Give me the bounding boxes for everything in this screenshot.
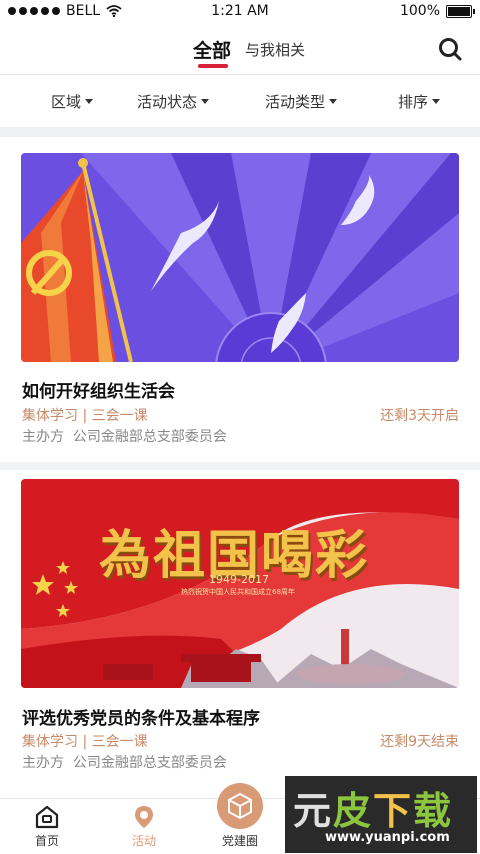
filter-activity-status-label: 活动状态	[137, 93, 198, 111]
top-navigation: 全部 与我相关	[0, 26, 480, 75]
activity-tags: 集体学习 | 三会一课	[22, 408, 148, 424]
section-divider	[0, 127, 480, 137]
caret-down-icon	[432, 99, 441, 104]
active-tab-indicator	[198, 64, 228, 68]
activity-card[interactable]: 如何开好组织生活会 集体学习 | 三会一课 还剩3天开启 主办方 公司金融部总支…	[0, 137, 480, 462]
filter-activity-type-label: 活动类型	[265, 93, 326, 111]
organizer-name: 公司金融部总支部委员会	[72, 755, 227, 771]
activity-organizer: 主办方 公司金融部总支部委员会	[22, 752, 227, 772]
location-pin-icon	[135, 806, 153, 828]
tab-home[interactable]: 首页	[7, 799, 87, 854]
tab-home-label: 首页	[34, 834, 59, 848]
home-icon	[35, 805, 59, 829]
tab-all[interactable]: 全部	[193, 36, 231, 63]
activity-card[interactable]: 為祖国喝彩 1949-2017 热烈祝贺中国人民共和国成立68周年 评选优秀党员…	[0, 470, 480, 798]
activity-countdown: 还剩9天结束	[380, 734, 459, 750]
activity-title: 评选优秀党员的条件及基本程序	[22, 709, 260, 729]
filter-sort[interactable]: 排序	[398, 91, 441, 112]
activity-tags: 集体学习 | 三会一课	[22, 734, 148, 750]
organizer-name: 公司金融部总支部委员会	[72, 429, 227, 445]
battery-percent: 100%	[399, 3, 440, 19]
activity-countdown: 还剩3天开启	[380, 408, 459, 424]
search-icon[interactable]	[437, 36, 463, 62]
watermark-logo: 元皮下载	[293, 789, 454, 833]
filter-activity-status[interactable]: 活动状态	[137, 91, 210, 112]
filter-activity-type[interactable]: 活动类型	[265, 91, 338, 112]
activity-title: 如何开好组织生活会	[22, 382, 175, 402]
filter-region[interactable]: 区域	[51, 91, 94, 112]
status-bar: BELL 1:21 AM 100%	[0, 0, 480, 24]
filter-region-label: 区域	[51, 93, 82, 111]
battery-icon	[446, 4, 475, 18]
filter-bar: 区域 活动状态 活动类型 排序	[0, 75, 480, 127]
tab-related-to-me[interactable]: 与我相关	[245, 39, 305, 60]
tab-activities[interactable]: 活动	[104, 799, 184, 854]
activity-banner-image	[21, 153, 459, 362]
caret-down-icon	[201, 99, 210, 104]
battery-group: 100%	[399, 3, 475, 19]
watermark: 元皮下载 www.yuanpi.com	[285, 776, 477, 853]
card-separator	[0, 462, 480, 470]
filter-sort-label: 排序	[398, 93, 429, 111]
caret-down-icon	[329, 99, 338, 104]
tab-party-circle[interactable]: 党建圈	[200, 783, 280, 854]
activity-banner-image: 為祖国喝彩 1949-2017 热烈祝贺中国人民共和国成立68周年	[21, 479, 459, 688]
tab-party-circle-label: 党建圈	[221, 834, 258, 848]
tab-activities-label: 活动	[131, 834, 156, 848]
watermark-url: www.yuanpi.com	[325, 830, 450, 845]
caret-down-icon	[85, 99, 94, 104]
banner-subtitle: 热烈祝贺中国人民共和国成立68周年	[181, 588, 295, 596]
activity-organizer: 主办方 公司金融部总支部委员会	[22, 426, 227, 446]
organizer-label: 主办方	[22, 429, 64, 445]
organizer-label: 主办方	[22, 755, 64, 771]
cube-icon	[217, 783, 263, 829]
banner-year: 1949-2017	[209, 573, 269, 586]
